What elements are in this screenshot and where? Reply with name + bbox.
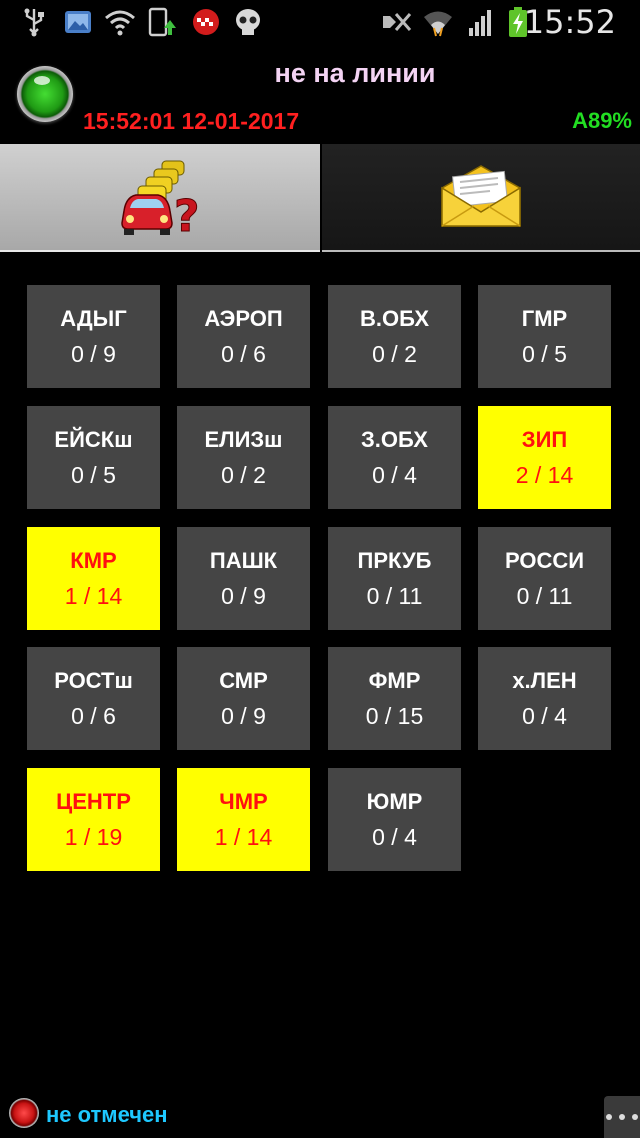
zone-count: 0 / 9 — [71, 341, 116, 367]
zone-count: 0 / 2 — [221, 462, 266, 488]
zone-name: АДЫГ — [60, 306, 127, 331]
zone-tile[interactable]: ЕЛИЗш 0 / 2 — [177, 406, 310, 509]
zone-name: ПРКУБ — [357, 548, 432, 573]
zone-tile[interactable]: РОССИ 0 / 11 — [478, 527, 611, 630]
zone-name: ЧМР — [219, 789, 268, 814]
zone-tile[interactable]: ЮМР 0 / 4 — [328, 768, 461, 871]
mute-icon — [383, 13, 412, 31]
zone-tile[interactable]: ПАШК 0 / 9 — [177, 527, 310, 630]
zone-name: СМР — [219, 668, 268, 693]
status-bar-time: 15:52 — [523, 3, 616, 41]
zone-tile[interactable]: ЕЙСКш 0 / 5 — [27, 406, 160, 509]
mark-status-text: не отмечен — [46, 1102, 168, 1127]
zone-count: 1 / 14 — [64, 583, 123, 609]
overflow-menu-button[interactable] — [604, 1096, 640, 1138]
zone-tile[interactable]: АДЫГ 0 / 9 — [27, 285, 160, 388]
zone-tile[interactable]: ГМР 0 / 5 — [478, 285, 611, 388]
zone-name: ЦЕНТР — [56, 789, 131, 814]
zone-tile[interactable]: РОСТш 0 / 6 — [27, 647, 160, 750]
zone-count: 0 / 5 — [522, 341, 567, 367]
zone-name: ГМР — [521, 306, 568, 331]
zone-name: З.ОБХ — [361, 427, 428, 452]
zone-count: 0 / 9 — [221, 703, 266, 729]
battery-level: А89% — [572, 108, 632, 133]
zone-tile[interactable]: СМР 0 / 9 — [177, 647, 310, 750]
cars-queue-icon: ? — [121, 160, 200, 237]
zone-name: ЗИП — [521, 427, 568, 452]
zone-name: ЕЙСКш — [54, 427, 133, 452]
zone-tile[interactable]: В.ОБХ 0 / 2 — [328, 285, 461, 388]
tab-queue[interactable]: ? — [0, 144, 320, 252]
zone-count: 0 / 2 — [372, 341, 417, 367]
zone-name: РОССИ — [504, 548, 585, 573]
zone-count: 0 / 11 — [366, 583, 423, 609]
zone-count: 0 / 15 — [365, 703, 424, 729]
signal-icon — [469, 10, 491, 36]
zone-name: ФМР — [368, 668, 421, 693]
zone-count: 0 / 4 — [372, 824, 417, 850]
gallery-icon — [65, 11, 91, 33]
svg-text:?: ? — [174, 191, 200, 237]
zone-name: В.ОБХ — [359, 306, 430, 331]
zone-count: 1 / 19 — [64, 824, 123, 850]
zone-name: х.ЛЕН — [512, 668, 577, 693]
zone-count: 0 / 9 — [221, 583, 266, 609]
zone-tile[interactable]: ЗИП 2 / 14 — [478, 406, 611, 509]
zone-name: ЕЛИЗш — [204, 427, 283, 452]
skull-icon — [236, 9, 260, 35]
phone-sync-icon — [148, 7, 176, 37]
tab-messages[interactable] — [322, 144, 640, 252]
zone-tile[interactable]: ЦЕНТР 1 / 19 — [27, 768, 160, 871]
zone-count: 0 / 4 — [522, 703, 567, 729]
zone-count: 0 / 11 — [516, 583, 573, 609]
zone-name: КМР — [70, 548, 117, 573]
envelope-icon — [441, 165, 521, 227]
wifi-icon — [424, 11, 452, 37]
zone-count: 0 / 4 — [372, 462, 417, 488]
wifi-question-icon — [105, 10, 135, 36]
zone-tile[interactable]: ФМР 0 / 15 — [328, 647, 461, 750]
zone-name: ЮМР — [366, 789, 423, 814]
usb-icon — [24, 8, 44, 37]
zone-tile[interactable]: ЧМР 1 / 14 — [177, 768, 310, 871]
current-datetime: 15:52:01 12-01-2017 — [83, 108, 300, 134]
zone-name: АЭРОП — [204, 306, 283, 331]
taxi-badge-icon — [193, 9, 219, 35]
zone-tile[interactable]: х.ЛЕН 0 / 4 — [478, 647, 611, 750]
zone-name: ПАШК — [209, 548, 278, 573]
zone-tile[interactable]: З.ОБХ 0 / 4 — [328, 406, 461, 509]
tab-bar: ? — [0, 140, 640, 254]
zone-tile[interactable]: ПРКУБ 0 / 11 — [328, 527, 461, 630]
zone-name: РОСТш — [54, 668, 133, 693]
zone-count: 2 / 14 — [515, 462, 574, 488]
zone-count: 1 / 14 — [214, 824, 273, 850]
mark-status-led-icon — [9, 1098, 39, 1128]
zone-count: 0 / 6 — [221, 341, 266, 367]
connection-status: не на линии — [274, 58, 436, 88]
zone-tile[interactable]: АЭРОП 0 / 6 — [177, 285, 310, 388]
status-bar: 15:52 — [0, 0, 640, 44]
app-header: не на линии 15:52:01 12-01-2017 А89% — [0, 44, 640, 140]
zone-count: 0 / 5 — [71, 462, 116, 488]
zone-count: 0 / 6 — [71, 703, 116, 729]
zone-tile[interactable]: КМР 1 / 14 — [27, 527, 160, 630]
